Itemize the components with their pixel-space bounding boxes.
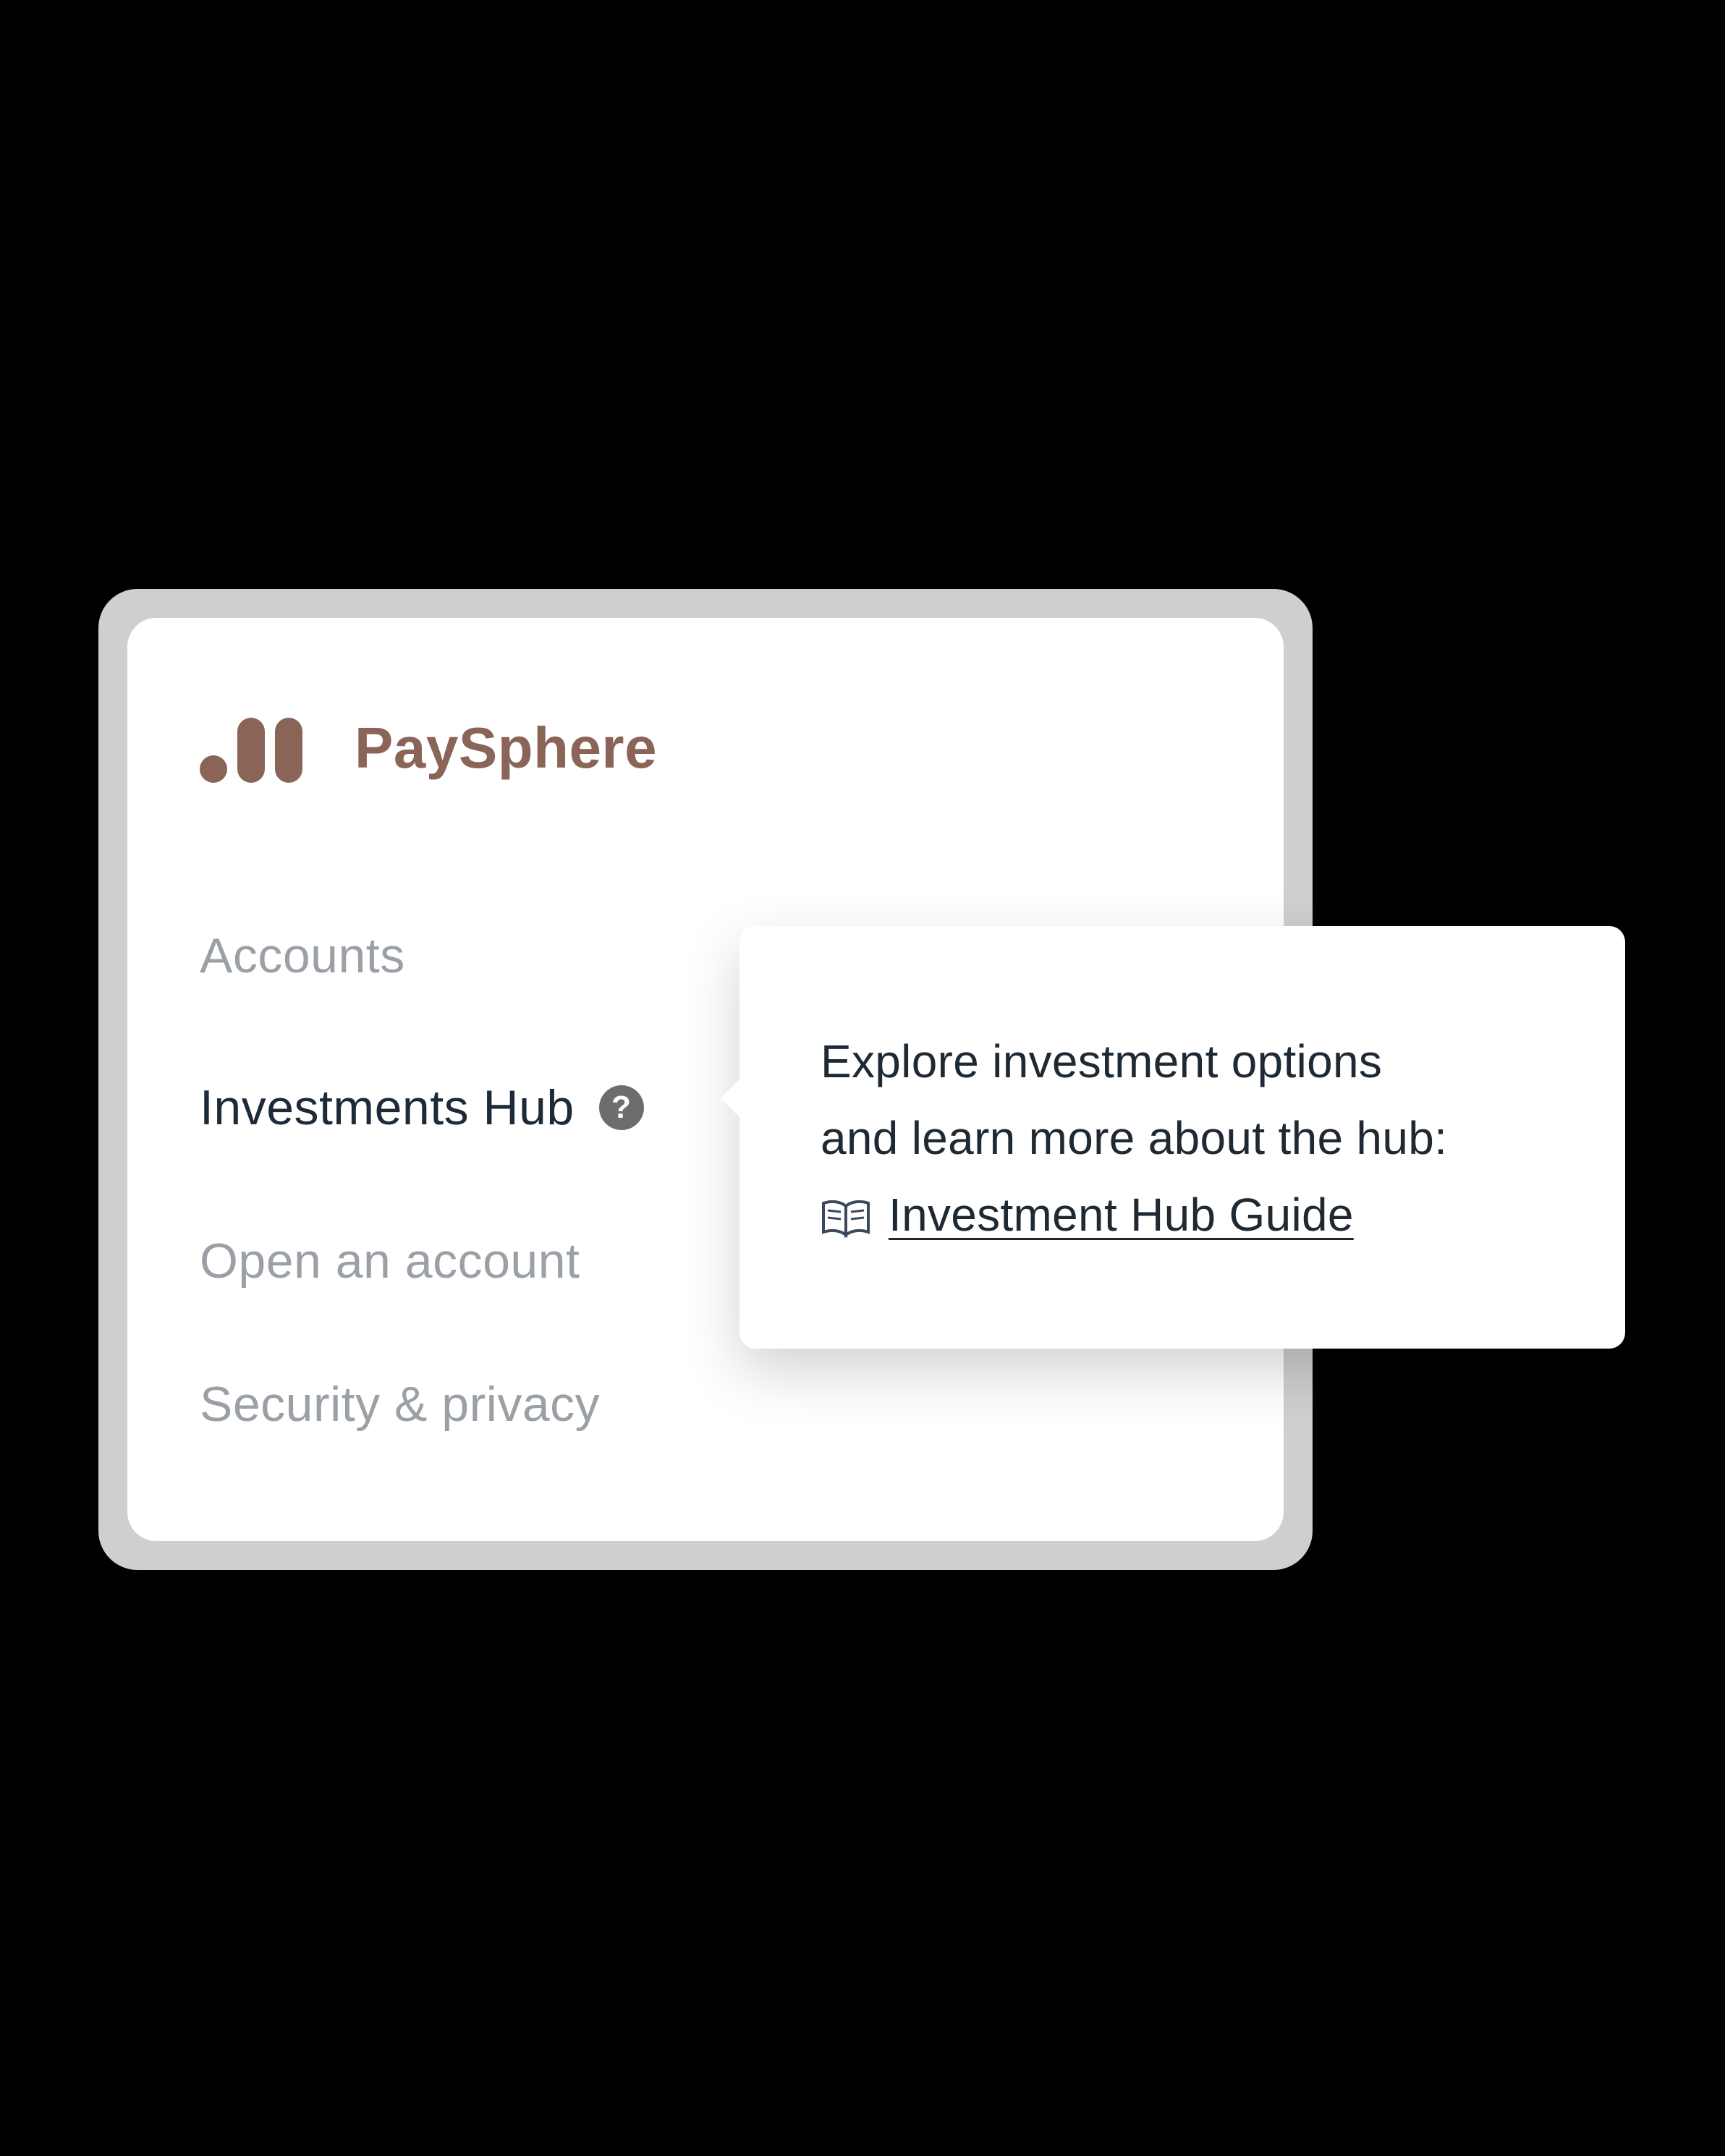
nav-item-label: Investments Hub (200, 1080, 575, 1135)
help-tooltip: Explore investment options and learn mor… (720, 926, 1625, 1349)
open-book-icon (822, 1200, 870, 1238)
logo-bar (237, 718, 265, 783)
logo-bar (275, 718, 302, 783)
tooltip-body: Explore investment options and learn mor… (821, 1023, 1625, 1253)
brand-name: PaySphere (355, 716, 658, 780)
nav-item-open-an-account[interactable]: Open an account (200, 1233, 580, 1289)
nav-item-security-privacy[interactable]: Security & privacy (200, 1376, 600, 1433)
paysphere-logo-icon (200, 713, 308, 783)
question-mark-icon[interactable]: ? (598, 1085, 644, 1130)
tooltip-link-row: Investment Hub Guide (821, 1176, 1625, 1253)
tooltip-line: Explore investment options (821, 1035, 1383, 1087)
nav-item-accounts[interactable]: Accounts (200, 928, 405, 984)
brand[interactable]: PaySphere (200, 713, 657, 783)
stage: PaySphere Accounts Investments Hub ? Ope… (0, 0, 1725, 2156)
tooltip-line: and learn more about the hub: (821, 1112, 1448, 1164)
nav-item-investments-hub[interactable]: Investments Hub ? (200, 1079, 644, 1136)
logo-dot (200, 755, 227, 783)
investment-hub-guide-link[interactable]: Investment Hub Guide (889, 1176, 1354, 1253)
